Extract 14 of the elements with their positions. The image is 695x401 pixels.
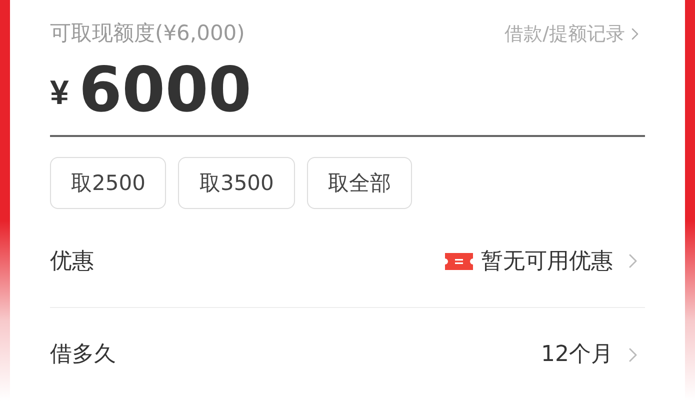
row-value: 12个月: [541, 341, 613, 370]
available-credit-label: 可取现额度(¥6,000): [50, 20, 245, 47]
amount-option-button[interactable]: 取2500: [50, 157, 166, 210]
amount-option-button[interactable]: 取全部: [306, 157, 412, 210]
row-label: 优惠: [50, 248, 94, 276]
amount-option-button[interactable]: 取3500: [178, 157, 295, 210]
amount-field[interactable]: ¥ 6000: [50, 50, 645, 138]
option-row[interactable]: 借多久 12个月: [50, 308, 645, 401]
ticket-icon: [445, 252, 473, 270]
row-value: 暂无可用优惠: [481, 248, 613, 276]
row-label: 借多久: [50, 341, 116, 370]
option-row[interactable]: 优惠 暂无可用优惠: [50, 215, 645, 308]
currency-symbol: ¥: [50, 73, 69, 114]
amount-value: 6000: [78, 57, 252, 124]
